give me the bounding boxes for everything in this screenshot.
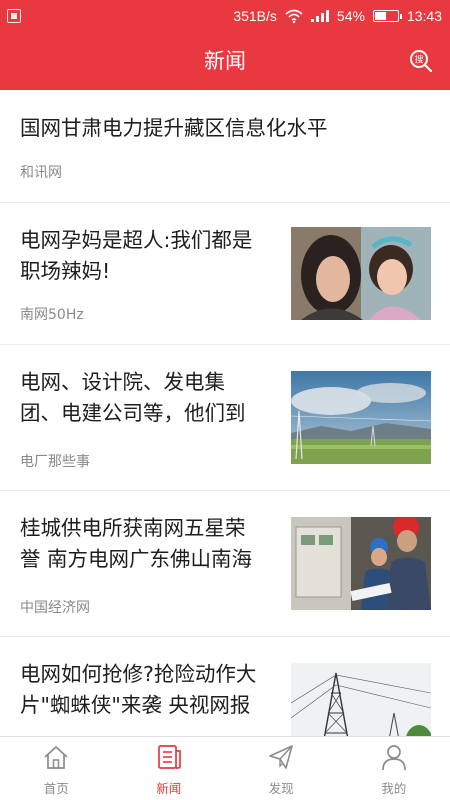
news-feed[interactable]: 国网甘肃电力提升藏区信息化水平 和讯网 电网孕妈是超人:我们都是 职场辣妈! 南… bbox=[0, 90, 450, 736]
battery-percent: 54% bbox=[336, 8, 365, 24]
power-line-landscape-photo bbox=[291, 371, 431, 464]
svg-text:搜: 搜 bbox=[414, 54, 423, 66]
paper-plane-icon bbox=[269, 745, 294, 769]
signal-icon bbox=[310, 10, 329, 22]
tab-discover[interactable]: 发现 bbox=[225, 737, 338, 800]
tab-label: 首页 bbox=[43, 781, 69, 796]
news-item[interactable]: 电网孕妈是超人:我们都是 职场辣妈! 南网50Hz bbox=[0, 203, 450, 345]
news-source: 和讯网 bbox=[20, 165, 62, 181]
news-icon bbox=[157, 745, 181, 769]
news-item[interactable]: 电网、设计院、发电集 团、电建公司等，他们到 电厂那些事 bbox=[0, 345, 450, 491]
transmission-tower-photo bbox=[291, 663, 431, 736]
tab-label: 我的 bbox=[381, 781, 407, 796]
mother-and-child-photo bbox=[291, 227, 431, 320]
page-title: 新闻 bbox=[204, 49, 246, 73]
tab-label: 发现 bbox=[268, 781, 294, 796]
tab-label: 新闻 bbox=[156, 781, 182, 796]
news-title: 电网如何抢修?抢险动作大 片"蜘蛛侠"来袭 央视网报 bbox=[20, 662, 257, 717]
search-icon[interactable]: 搜 bbox=[408, 48, 434, 74]
status-bar: 351B/s 54% 13:43 bbox=[0, 0, 450, 32]
network-speed: 351B/s bbox=[233, 8, 277, 24]
news-item[interactable]: 国网甘肃电力提升藏区信息化水平 和讯网 bbox=[0, 90, 450, 203]
tab-mine[interactable]: 我的 bbox=[338, 737, 450, 800]
wifi-icon bbox=[285, 9, 303, 23]
home-icon bbox=[44, 746, 68, 769]
battery-icon bbox=[372, 10, 402, 22]
news-source: 电厂那些事 bbox=[20, 454, 90, 470]
news-source: 南网50Hz bbox=[20, 307, 84, 323]
clock: 13:43 bbox=[406, 8, 442, 24]
tab-home[interactable]: 首页 bbox=[0, 737, 113, 800]
notification-icon bbox=[7, 9, 21, 23]
app-header: 新闻 搜 bbox=[0, 32, 450, 90]
news-title: 电网、设计院、发电集 团、电建公司等，他们到 bbox=[20, 370, 246, 425]
news-title: 电网孕妈是超人:我们都是 职场辣妈! bbox=[20, 228, 253, 283]
news-item[interactable]: 电网如何抢修?抢险动作大 片"蜘蛛侠"来袭 央视网报 bbox=[0, 637, 450, 736]
tab-news[interactable]: 新闻 bbox=[113, 737, 226, 800]
electric-workers-photo bbox=[291, 517, 431, 610]
user-icon bbox=[381, 745, 406, 771]
news-item[interactable]: 桂城供电所获南网五星荣 誉 南方电网广东佛山南海 中国经济网 bbox=[0, 491, 450, 637]
bottom-tab-bar: 首页 新闻 发现 我的 bbox=[0, 736, 450, 800]
news-source: 中国经济网 bbox=[20, 600, 90, 616]
news-title: 国网甘肃电力提升藏区信息化水平 bbox=[20, 116, 328, 140]
news-title: 桂城供电所获南网五星荣 誉 南方电网广东佛山南海 bbox=[20, 516, 253, 571]
